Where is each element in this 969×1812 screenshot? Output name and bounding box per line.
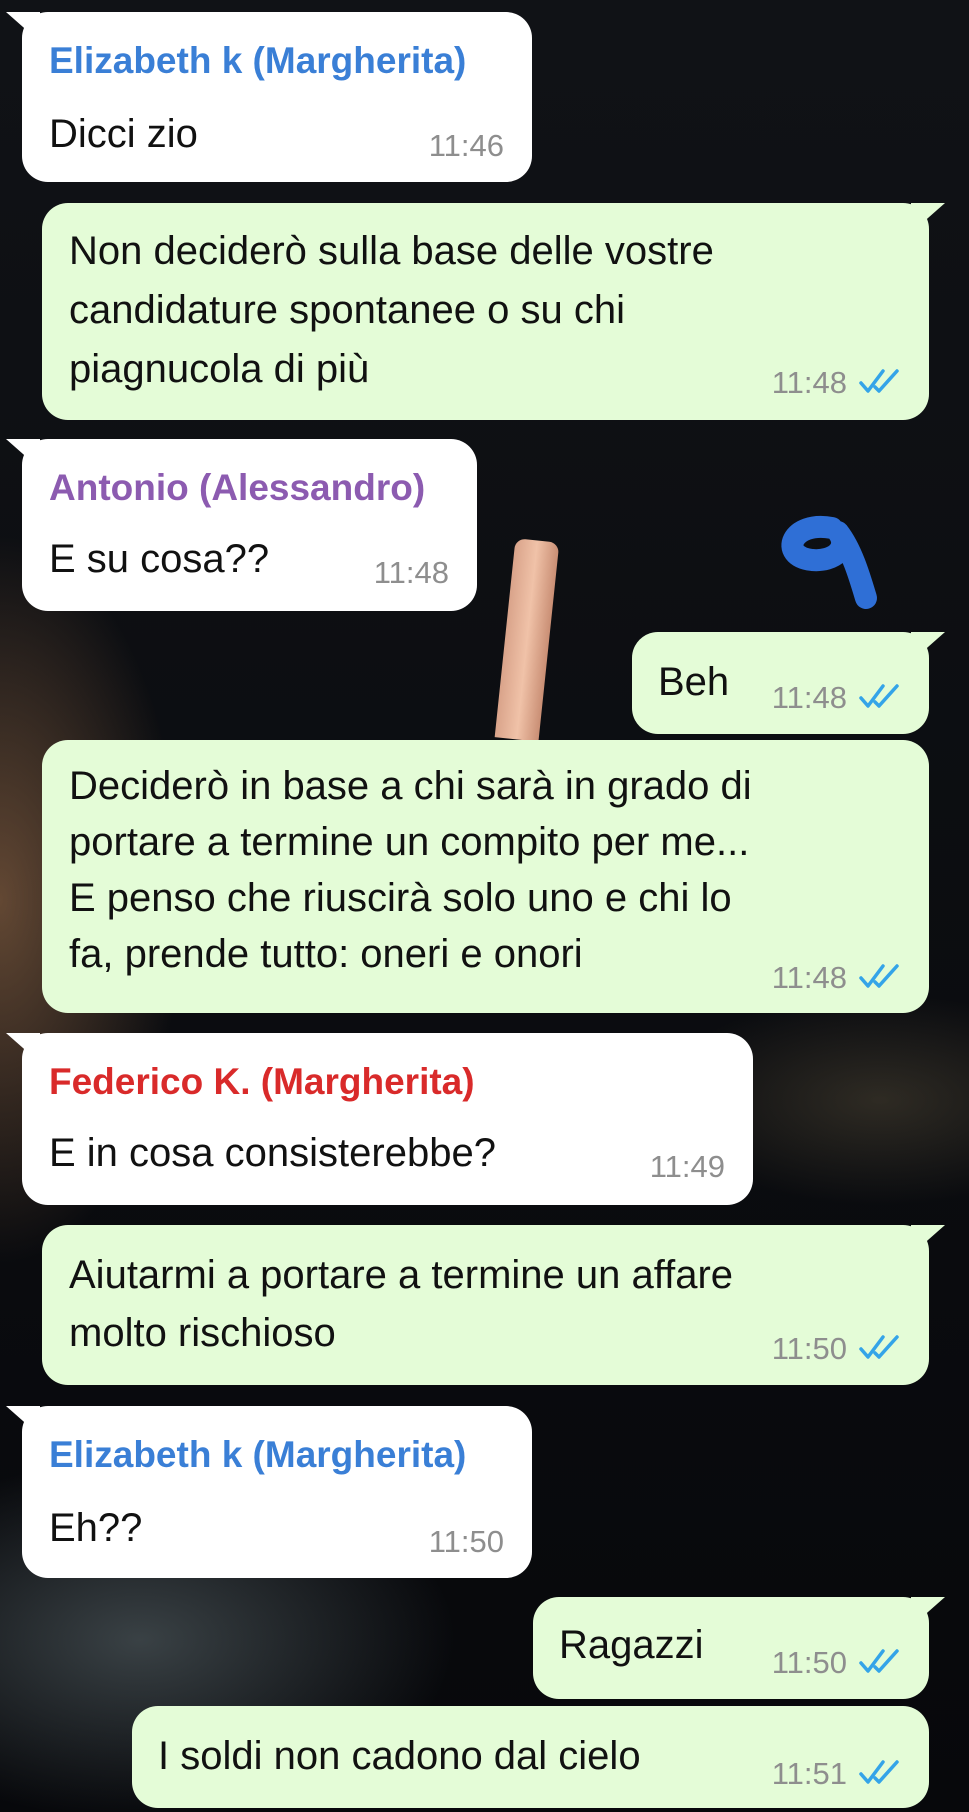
- message-timestamp: 11:50: [771, 1645, 847, 1680]
- message-sender-name[interactable]: Federico K. (Margherita): [49, 1061, 475, 1103]
- message-text: E su cosa??: [49, 537, 270, 581]
- double-check-read-icon: [859, 1649, 899, 1673]
- incoming-message-bubble[interactable]: Elizabeth k (Margherita) Eh?? 11:50: [6, 1406, 532, 1578]
- blue-scribble-doodle: [781, 515, 877, 609]
- incoming-message-bubble[interactable]: Federico K. (Margherita) E in cosa consi…: [6, 1033, 753, 1205]
- message-sender-name[interactable]: Elizabeth k (Margherita): [49, 1434, 466, 1476]
- message-sender-name[interactable]: Elizabeth k (Margherita): [49, 40, 466, 82]
- outgoing-message-bubble[interactable]: I soldi non cadono dal cielo 11:51: [132, 1706, 929, 1808]
- message-text: Beh: [658, 660, 730, 704]
- outgoing-message-bubble[interactable]: Ragazzi 11:50: [533, 1597, 945, 1699]
- message-text: Deciderò in base a chi sarà in grado di: [69, 764, 752, 808]
- message-text: molto rischioso: [69, 1311, 336, 1355]
- double-check-read-icon: [859, 684, 899, 708]
- message-text: Eh??: [49, 1506, 143, 1550]
- message-timestamp: 11:50: [428, 1524, 504, 1559]
- message-text: E in cosa consisterebbe?: [49, 1131, 496, 1175]
- message-text: E penso che riuscirà solo uno e chi lo: [69, 876, 732, 920]
- message-text: fa, prende tutto: oneri e onori: [69, 932, 583, 976]
- message-text: piagnucola di più: [69, 347, 370, 391]
- message-timestamp: 11:49: [649, 1149, 725, 1184]
- outgoing-message-bubble[interactable]: Deciderò in base a chi sarà in grado di …: [42, 740, 929, 1013]
- outgoing-message-bubble[interactable]: Beh 11:48: [632, 632, 945, 734]
- outgoing-message-bubble[interactable]: Non deciderò sulla base delle vostre can…: [42, 203, 945, 420]
- double-check-read-icon: [859, 369, 899, 393]
- message-timestamp: 11:51: [771, 1756, 847, 1791]
- incoming-message-bubble[interactable]: Antonio (Alessandro) E su cosa?? 11:48: [6, 439, 477, 611]
- message-text: I soldi non cadono dal cielo: [158, 1734, 641, 1778]
- message-timestamp: 11:50: [771, 1331, 847, 1366]
- message-timestamp: 11:48: [771, 960, 847, 995]
- double-check-read-icon: [859, 964, 899, 988]
- message-text: Ragazzi: [559, 1623, 704, 1667]
- message-text: candidature spontanee o su chi: [69, 288, 625, 332]
- double-check-read-icon: [859, 1335, 899, 1359]
- message-text: portare a termine un compito per me...: [69, 820, 750, 864]
- incoming-message-bubble[interactable]: Elizabeth k (Margherita) Dicci zio 11:46: [6, 12, 532, 182]
- message-text: Non deciderò sulla base delle vostre: [69, 229, 714, 273]
- message-timestamp: 11:48: [771, 365, 847, 400]
- message-text: Aiutarmi a portare a termine un affare: [69, 1253, 734, 1297]
- outgoing-message-bubble[interactable]: Aiutarmi a portare a termine un affare m…: [42, 1225, 945, 1385]
- message-timestamp: 11:48: [373, 555, 449, 590]
- message-timestamp: 11:46: [428, 128, 504, 163]
- double-check-read-icon: [859, 1760, 899, 1784]
- message-timestamp: 11:48: [771, 680, 847, 715]
- message-sender-name[interactable]: Antonio (Alessandro): [49, 467, 425, 509]
- message-text: Dicci zio: [49, 112, 198, 156]
